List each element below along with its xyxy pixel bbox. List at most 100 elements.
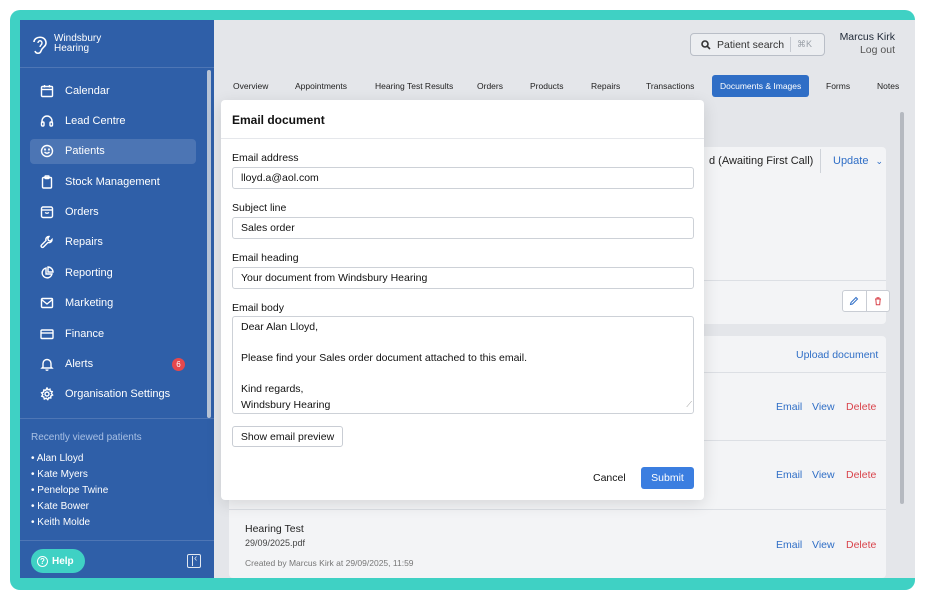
cancel-button[interactable]: Cancel <box>593 472 626 484</box>
sidebar-item-marketing[interactable]: Marketing <box>30 291 196 316</box>
document-title: Hearing Test <box>245 523 304 535</box>
sidebar-item-label: Repairs <box>65 236 103 249</box>
view-doc-link[interactable]: View <box>812 401 835 413</box>
show-email-preview-button[interactable]: Show email preview <box>232 426 343 447</box>
modal-title: Email document <box>221 100 704 139</box>
top-bar: Patient search ⌘K Marcus Kirk Log out <box>214 20 915 68</box>
trash-icon[interactable] <box>865 291 889 311</box>
edit-icon[interactable] <box>843 291 866 311</box>
sidebar-item-label: Finance <box>65 327 105 340</box>
smiley-icon <box>40 145 54 158</box>
search-shortcut: ⌘K <box>797 39 813 49</box>
sidebar-item-patients[interactable]: Patients <box>30 138 196 164</box>
tab-hearing-test-results[interactable]: Hearing Test Results <box>375 81 453 91</box>
recent-patient-link[interactable]: • Kate Myers <box>31 467 214 483</box>
sidebar-item-finance[interactable]: Finance <box>30 321 196 346</box>
upload-document-link[interactable]: Upload document <box>796 349 878 361</box>
email-body-line <box>241 367 685 383</box>
email-address-label: Email address <box>232 152 299 164</box>
sidebar-scrollbar[interactable] <box>207 70 211 418</box>
brand-line-2: Hearing <box>54 42 90 54</box>
sidebar-nav: Calendar Lead Centre Patients Stock Mana… <box>30 78 196 412</box>
email-document-modal: Email document Email address lloyd.a@aol… <box>221 100 704 500</box>
recent-patient-link[interactable]: • Alan Lloyd <box>31 451 214 467</box>
help-label: Help <box>52 555 74 567</box>
tab-documents-images[interactable]: Documents & Images <box>712 75 810 97</box>
logout-link[interactable]: Log out <box>840 44 895 57</box>
delete-doc-link[interactable]: Delete <box>846 469 876 481</box>
email-body-line: Dear Alan Lloyd, <box>241 321 319 333</box>
email-body-line: Please find your Sales order document at… <box>241 352 527 364</box>
help-button[interactable]: ? Help <box>31 549 85 573</box>
ear-logo-icon <box>33 35 47 54</box>
pie-chart-icon <box>41 266 54 279</box>
email-body-label: Email body <box>232 302 284 314</box>
resize-handle-icon[interactable]: ⟋ <box>686 397 692 413</box>
document-row: Hearing Test 29/09/2025.pdf Created by M… <box>229 510 886 578</box>
patient-search-button[interactable]: Patient search ⌘K <box>690 33 825 56</box>
lead-status-text: d (Awaiting First Call) <box>709 155 814 167</box>
search-icon <box>701 39 711 50</box>
sidebar-item-repairs[interactable]: Repairs <box>30 230 196 255</box>
bell-icon <box>40 358 54 371</box>
alerts-count-badge: 6 <box>172 357 185 371</box>
sidebar-item-orders[interactable]: Orders <box>30 200 196 225</box>
submit-button[interactable]: Submit <box>641 467 694 489</box>
subject-line-label: Subject line <box>232 202 287 214</box>
delete-doc-link[interactable]: Delete <box>846 401 876 413</box>
brand-name: Windsbury Hearing <box>54 32 102 54</box>
calendar-icon <box>40 84 54 97</box>
main-scrollbar[interactable] <box>900 112 904 504</box>
email-doc-link[interactable]: Email <box>776 401 802 413</box>
tab-appointments[interactable]: Appointments <box>295 81 347 91</box>
delete-doc-link[interactable]: Delete <box>846 539 876 551</box>
email-heading-label: Email heading <box>232 252 299 264</box>
user-menu: Marcus Kirk Log out <box>840 31 895 57</box>
tab-orders[interactable]: Orders <box>477 81 503 91</box>
brand-logo[interactable]: Windsbury Hearing <box>20 20 214 68</box>
tab-notes[interactable]: Notes <box>877 81 899 91</box>
view-doc-link[interactable]: View <box>812 469 835 481</box>
sidebar-item-label: Calendar <box>65 84 110 97</box>
sidebar-item-label: Lead Centre <box>65 114 126 127</box>
recent-patient-link[interactable]: • Keith Molde <box>31 515 214 531</box>
box-icon <box>40 206 54 219</box>
update-status-button[interactable]: Update ⌄ <box>820 149 890 173</box>
tab-repairs[interactable]: Repairs <box>591 81 620 91</box>
email-body-line: Kind regards, <box>241 383 304 395</box>
search-divider <box>790 37 791 52</box>
sidebar-item-stock-management[interactable]: Stock Management <box>30 169 196 194</box>
tab-forms[interactable]: Forms <box>826 81 850 91</box>
brand-line-1: Windsbury <box>54 32 102 44</box>
email-heading-field[interactable]: Your document from Windsbury Hearing <box>232 267 694 289</box>
recent-patients-title: Recently viewed patients <box>31 432 142 443</box>
document-filename[interactable]: 29/09/2025.pdf <box>245 538 305 548</box>
sidebar-item-calendar[interactable]: Calendar <box>30 78 196 103</box>
sidebar-footer: ? Help <box>20 540 214 578</box>
sidebar-item-organisation-settings[interactable]: Organisation Settings <box>30 382 196 407</box>
email-body-textarea[interactable]: Dear Alan Lloyd, Please find your Sales … <box>232 316 694 414</box>
sidebar-item-lead-centre[interactable]: Lead Centre <box>30 108 196 133</box>
patient-search-label: Patient search <box>717 38 785 51</box>
card-icon <box>40 328 54 339</box>
sidebar-item-alerts[interactable]: Alerts 6 <box>30 352 196 377</box>
sidebar-item-reporting[interactable]: Reporting <box>30 260 196 285</box>
headset-icon <box>40 115 54 127</box>
recent-patients: Recently viewed patients • Alan Lloyd • … <box>20 418 214 531</box>
email-body-line: Windsbury Hearing <box>241 398 331 411</box>
tab-transactions[interactable]: Transactions <box>646 81 694 91</box>
tab-products[interactable]: Products <box>530 81 564 91</box>
email-address-field[interactable]: lloyd.a@aol.com <box>232 167 694 189</box>
email-doc-link[interactable]: Email <box>776 539 802 551</box>
subject-line-field[interactable]: Sales order <box>232 217 694 239</box>
email-doc-link[interactable]: Email <box>776 469 802 481</box>
document-meta: Created by Marcus Kirk at 29/09/2025, 11… <box>245 558 414 568</box>
recent-patient-link[interactable]: • Kate Bower <box>31 499 214 515</box>
sidebar-item-label: Patients <box>65 145 105 158</box>
collapse-sidebar-icon[interactable] <box>187 553 201 568</box>
sidebar-item-label: Alerts <box>65 358 94 371</box>
tab-overview[interactable]: Overview <box>233 81 268 91</box>
envelope-icon <box>40 298 54 309</box>
view-doc-link[interactable]: View <box>812 539 835 551</box>
recent-patient-link[interactable]: • Penelope Twine <box>31 483 214 499</box>
